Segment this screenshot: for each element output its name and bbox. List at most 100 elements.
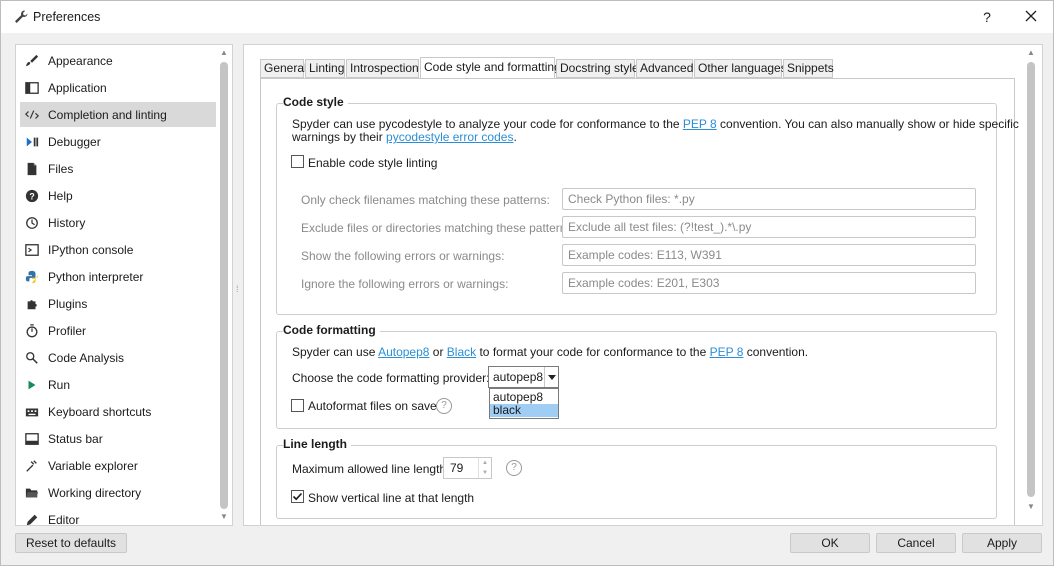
scroll-down-arrow[interactable]: ▼ [1026, 502, 1036, 512]
sidebar-item-variable-explorer[interactable]: Variable explorer [20, 453, 216, 478]
sidebar-item-working-directory[interactable]: Working directory [20, 480, 216, 505]
scroll-up-arrow[interactable]: ▲ [219, 48, 229, 58]
sidebar-scrollbar[interactable]: ▲ ▼ [217, 46, 231, 524]
sidebar-item-editor[interactable]: Editor [20, 507, 216, 526]
show-errors-input[interactable]: Example codes: E113, W391 [562, 244, 976, 266]
keyboard-icon [24, 404, 40, 420]
window-layout-icon [24, 80, 40, 96]
code-style-title: Code style [283, 95, 348, 109]
sidebar-item-label: Python interpreter [48, 269, 144, 284]
sidebar-item-debugger[interactable]: Debugger [20, 129, 216, 154]
chevron-down-icon[interactable] [544, 367, 558, 387]
max-line-length-value: 79 [450, 461, 464, 475]
exclude-patterns-label: Exclude files or directories matching th… [301, 221, 576, 235]
sidebar-scrollbar-thumb[interactable] [220, 62, 228, 509]
formatting-provider-dropdown: autopep8 black [489, 388, 559, 419]
sidebar-item-label: Appearance [48, 53, 113, 68]
magnifier-check-icon [24, 350, 40, 366]
pencil-icon [24, 512, 40, 526]
autoformat-help-icon[interactable]: ? [436, 398, 452, 414]
svg-text:?: ? [29, 191, 34, 201]
tab-linting[interactable]: Linting [305, 59, 345, 78]
preferences-dialog: Preferences ? Appearance Application Compl… [0, 0, 1054, 566]
variable-icon [24, 458, 40, 474]
autopep8-link[interactable]: Autopep8 [378, 345, 429, 359]
tab-introspection[interactable]: Introspection [346, 59, 419, 78]
ok-button[interactable]: OK [790, 533, 870, 553]
sidebar-item-code-analysis[interactable]: Code Analysis [20, 345, 216, 370]
formatting-provider-combobox[interactable]: autopep8 [488, 366, 559, 388]
sidebar-item-history[interactable]: History [20, 210, 216, 235]
sidebar-item-run[interactable]: Run [20, 372, 216, 397]
sidebar-item-label: Keyboard shortcuts [48, 404, 152, 419]
pep8-link-formatting[interactable]: PEP 8 [710, 345, 744, 359]
tab-snippets[interactable]: Snippets [783, 59, 834, 78]
sidebar-item-label: Status bar [48, 431, 103, 446]
autoformat-on-save-checkbox[interactable] [291, 399, 304, 412]
tab-code-style-formatting[interactable]: Code style and formatting [420, 57, 561, 79]
preferences-content: General Linting Introspection Code style… [243, 44, 1043, 526]
black-link[interactable]: Black [447, 345, 476, 359]
folder-open-icon [24, 485, 40, 501]
sidebar-item-completion-and-linting[interactable]: Completion and linting [20, 102, 216, 127]
code-style-description-line2: warnings by their pycodestyle error code… [292, 130, 517, 144]
debug-step-icon [24, 134, 40, 150]
sidebar-item-help[interactable]: ? Help [20, 183, 216, 208]
show-vertical-line-checkbox[interactable] [291, 490, 304, 503]
tab-advanced[interactable]: Advanced [636, 59, 693, 78]
close-button[interactable] [1013, 4, 1049, 30]
enable-code-style-linting-label: Enable code style linting [308, 156, 438, 170]
sidebar-item-keyboard-shortcuts[interactable]: Keyboard shortcuts [20, 399, 216, 424]
pep8-link[interactable]: PEP 8 [683, 117, 717, 131]
cancel-button[interactable]: Cancel [876, 533, 956, 553]
sidebar-item-label: Code Analysis [48, 350, 125, 365]
pycodestyle-error-codes-link[interactable]: pycodestyle error codes [386, 130, 513, 144]
enable-code-style-linting-checkbox[interactable] [291, 155, 304, 168]
sidebar-item-label: Profiler [48, 323, 87, 338]
sidebar-item-appearance[interactable]: Appearance [20, 48, 216, 73]
paintbrush-icon [24, 53, 40, 69]
code-completion-icon [24, 107, 40, 123]
code-formatting-title: Code formatting [283, 323, 380, 337]
sidebar-item-python-interpreter[interactable]: Python interpreter [20, 264, 216, 289]
apply-button[interactable]: Apply [962, 533, 1042, 553]
stopwatch-icon [24, 323, 40, 339]
sidebar-item-files[interactable]: Files [20, 156, 216, 181]
statusbar-icon [24, 431, 40, 447]
provider-option-black[interactable]: black [490, 404, 558, 417]
line-length-help-icon[interactable]: ? [506, 460, 522, 476]
help-button[interactable]: ? [971, 4, 1003, 30]
sidebar-item-profiler[interactable]: Profiler [20, 318, 216, 343]
tab-general[interactable]: General [260, 59, 307, 78]
sidebar-item-status-bar[interactable]: Status bar [20, 426, 216, 451]
sidebar-item-label: Files [48, 161, 74, 176]
content-scrollbar-thumb[interactable] [1027, 62, 1035, 497]
sidebar-item-application[interactable]: Application [20, 75, 216, 100]
tab-other-languages[interactable]: Other languages [694, 59, 787, 78]
spinbox-arrows[interactable]: ▲ ▼ [478, 458, 491, 478]
splitter-handle[interactable]: ⁞ [236, 284, 239, 294]
filename-patterns-input[interactable]: Check Python files: *.py [562, 188, 976, 210]
sidebar-item-ipython-console[interactable]: IPython console [20, 237, 216, 262]
wrench-icon [13, 9, 29, 25]
line-length-group [276, 445, 997, 519]
ignore-errors-label: Ignore the following errors or warnings: [301, 277, 509, 291]
history-clock-icon [24, 215, 40, 231]
tab-docstring-style[interactable]: Docstring style [556, 59, 639, 78]
scroll-up-arrow[interactable]: ▲ [1026, 48, 1036, 58]
code-formatting-description: Spyder can use Autopep8 or Black to form… [292, 345, 809, 359]
exclude-patterns-input[interactable]: Exclude all test files: (?!test_).*\.py [562, 216, 976, 238]
puzzle-icon [24, 296, 40, 312]
sidebar-item-label: Variable explorer [48, 458, 138, 473]
sidebar-item-label: IPython console [48, 242, 134, 257]
line-length-title: Line length [283, 437, 351, 451]
reset-to-defaults-button[interactable]: Reset to defaults [15, 533, 127, 553]
sidebar-item-plugins[interactable]: Plugins [20, 291, 216, 316]
scroll-down-arrow[interactable]: ▼ [219, 512, 229, 522]
show-errors-label: Show the following errors or warnings: [301, 249, 505, 263]
max-line-length-spinbox[interactable]: 79 ▲ ▼ [443, 457, 492, 479]
sidebar-item-label: Working directory [48, 485, 142, 500]
content-scrollbar[interactable]: ▲ ▼ [1024, 46, 1038, 524]
formatting-provider-label: Choose the code formatting provider: [292, 371, 490, 385]
ignore-errors-input[interactable]: Example codes: E201, E303 [562, 272, 976, 294]
